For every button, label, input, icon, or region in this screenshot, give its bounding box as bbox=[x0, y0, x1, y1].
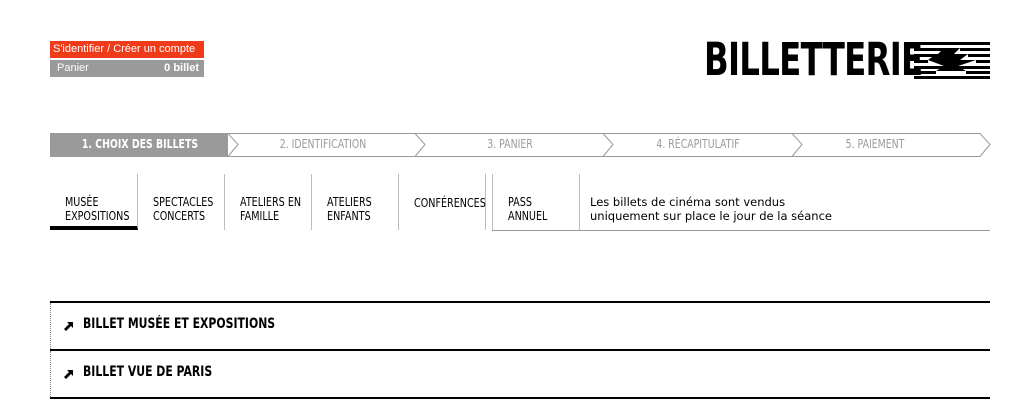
tab-ateliers-enfants[interactable]: ATELIERS ENFANTS bbox=[312, 174, 399, 230]
step-2-label: 2. IDENTIFICATION bbox=[279, 137, 367, 151]
striped-logo-icon bbox=[914, 42, 990, 79]
arrow-up-right-icon bbox=[64, 322, 73, 331]
tab-label: CONFÉRENCES bbox=[414, 196, 486, 210]
ticket-list: BILLET MUSÉE ET EXPOSITIONS BILLET VUE D… bbox=[50, 301, 990, 399]
ticket-title: BILLET VUE DE PARIS bbox=[83, 364, 213, 380]
cinema-notice: Les billets de cinéma sont vendus unique… bbox=[590, 195, 832, 223]
tab-ateliers-famille[interactable]: ATELIERS EN FAMILLE bbox=[225, 174, 312, 230]
tab-conferences[interactable]: CONFÉRENCES bbox=[399, 174, 486, 230]
create-account-link[interactable]: Créer un compte bbox=[113, 43, 195, 55]
tab-label: SPECTACLES CONCERTS bbox=[153, 195, 214, 223]
tab-label: PASS ANNUEL bbox=[508, 195, 548, 223]
tab-label: MUSÉE EXPOSITIONS bbox=[65, 195, 130, 223]
account-box: S'identifier / Créer un compte Panier 0 … bbox=[50, 41, 204, 77]
category-tabs: MUSÉE EXPOSITIONS SPECTACLES CONCERTS ATEL… bbox=[50, 174, 990, 231]
cart-count: 0 billet bbox=[164, 62, 199, 74]
brand-title: BILLETTERIE bbox=[704, 33, 923, 86]
login-separator: / bbox=[104, 43, 114, 55]
ticket-title: BILLET MUSÉE ET EXPOSITIONS bbox=[83, 316, 276, 332]
tab-pass-annuel[interactable]: PASS ANNUEL bbox=[493, 174, 580, 230]
cart-label: Panier bbox=[57, 62, 89, 74]
login-link[interactable]: S'identifier bbox=[53, 43, 104, 55]
login-bar: S'identifier / Créer un compte bbox=[50, 41, 204, 58]
tab-musee-expositions[interactable]: MUSÉE EXPOSITIONS bbox=[50, 174, 138, 230]
tab-spectacles-concerts[interactable]: SPECTACLES CONCERTS bbox=[138, 174, 225, 230]
ticket-item[interactable]: BILLET VUE DE PARIS bbox=[50, 349, 990, 397]
tab-label: ATELIERS ENFANTS bbox=[327, 195, 372, 223]
dotted-guide bbox=[50, 303, 51, 349]
step-1-label: 1. CHOIX DES BILLETS bbox=[81, 137, 199, 151]
step-4-label: 4. RÉCAPITULATIF bbox=[656, 137, 740, 151]
ticket-item[interactable]: BILLET MUSÉE ET EXPOSITIONS bbox=[50, 301, 990, 349]
tabs-baseline bbox=[492, 230, 990, 231]
arrow-up-right-icon bbox=[64, 370, 73, 379]
step-3-label: 3. PANIER bbox=[487, 137, 533, 151]
brand-header: BILLETTERIE bbox=[704, 33, 990, 86]
tab-label: ATELIERS EN FAMILLE bbox=[240, 195, 302, 223]
dotted-guide bbox=[50, 351, 51, 397]
cart-bar[interactable]: Panier 0 billet bbox=[50, 60, 204, 77]
step-5-label: 5. PAIEMENT bbox=[845, 137, 905, 151]
list-bottom-rule bbox=[50, 397, 990, 399]
